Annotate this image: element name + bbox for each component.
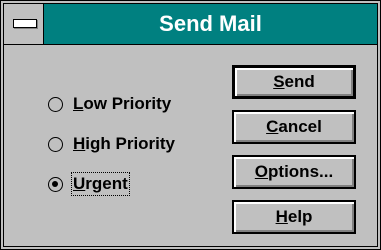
radio-low-priority[interactable]: Low Priority (48, 91, 171, 117)
cancel-button[interactable]: Cancel (232, 110, 356, 144)
radio-label[interactable]: Urgent (71, 172, 130, 196)
radio-button-icon[interactable] (48, 96, 63, 112)
radio-urgent[interactable]: Urgent (48, 171, 130, 197)
system-menu-button[interactable] (4, 4, 44, 44)
dialog-frame: Send Mail Low Priority High Priority Urg… (3, 3, 378, 247)
system-menu-icon (13, 19, 37, 28)
radio-label[interactable]: Low Priority (73, 94, 171, 114)
send-mail-dialog: Send Mail Low Priority High Priority Urg… (0, 0, 381, 250)
title-bar[interactable]: Send Mail (4, 4, 377, 45)
radio-button-checked-icon[interactable] (48, 176, 63, 192)
radio-label[interactable]: High Priority (73, 134, 175, 154)
radio-button-icon[interactable] (48, 136, 63, 152)
options-button[interactable]: Options... (232, 155, 356, 189)
radio-high-priority[interactable]: High Priority (48, 131, 175, 157)
help-button[interactable]: Help (232, 200, 356, 234)
window-title: Send Mail (159, 11, 262, 36)
dialog-content: Low Priority High Priority Urgent Send C… (4, 45, 377, 246)
send-button[interactable]: Send (232, 65, 356, 99)
